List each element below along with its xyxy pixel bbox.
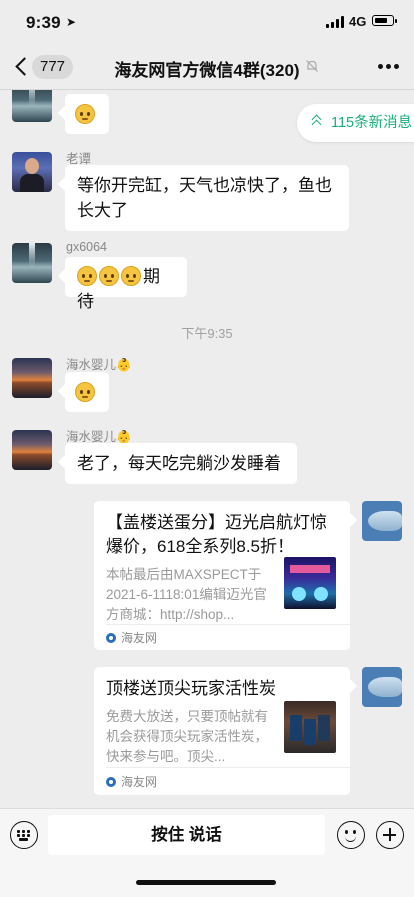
mute-bell-icon xyxy=(306,60,318,72)
card-description: 本帖最后由MAXSPECT于2021-6-1118:01编辑迈光官方商城：htt… xyxy=(106,567,267,622)
chat-header: 777 海友网官方微信4群(320) xyxy=(0,44,414,90)
link-card[interactable]: 【盖楼送蛋分】迈光启航灯惊爆价，618全系列8.5折！ 本帖最后由MAXSPEC… xyxy=(94,501,350,650)
card-thumbnail xyxy=(284,701,336,753)
new-messages-button[interactable]: 115条新消息 xyxy=(297,104,414,142)
emoji-icon xyxy=(121,266,141,286)
sender-name: 海水婴儿👶 xyxy=(66,358,132,372)
source-logo-icon xyxy=(106,777,116,787)
signal-icon xyxy=(326,16,346,28)
link-card[interactable]: 顶楼送顶尖玩家活性炭 免费大放送，只要顶帖就有机会获得顶尖玩家活性炭，快来参与吧… xyxy=(94,667,350,795)
emoji-icon xyxy=(77,266,97,286)
home-indicator xyxy=(136,880,276,885)
message-list[interactable]: 老谭 等你开完缸，天气也凉快了，鱼也长大了 gx6064 期待 下午9:35 海… xyxy=(0,90,414,808)
message-bubble[interactable] xyxy=(65,372,109,412)
card-source: 海友网 xyxy=(106,773,157,790)
new-messages-label: 115条新消息 xyxy=(331,115,413,131)
emoji-icon xyxy=(99,266,119,286)
network-type: 4G xyxy=(349,14,367,29)
keyboard-toggle-icon[interactable] xyxy=(10,821,38,849)
avatar[interactable] xyxy=(12,90,52,122)
avatar[interactable] xyxy=(12,430,52,470)
message-bubble[interactable] xyxy=(65,94,109,134)
avatar[interactable] xyxy=(12,358,52,398)
status-time: 9:39 xyxy=(26,13,61,32)
card-source: 海友网 xyxy=(106,629,157,646)
card-divider xyxy=(106,624,350,625)
sender-name: gx6064 xyxy=(66,240,108,254)
avatar[interactable] xyxy=(12,152,52,192)
timestamp: 下午9:35 xyxy=(181,326,233,341)
source-logo-icon xyxy=(106,633,116,643)
emoji-icon xyxy=(75,382,95,402)
avatar[interactable] xyxy=(362,667,402,707)
plus-icon[interactable] xyxy=(376,821,404,849)
card-thumbnail xyxy=(284,557,336,609)
card-source-label: 海友网 xyxy=(121,775,158,789)
message-bubble[interactable]: 老了，每天吃完躺沙发睡着 xyxy=(65,443,297,484)
avatar[interactable] xyxy=(12,243,52,283)
emoji-picker-icon[interactable] xyxy=(337,821,365,849)
message-bubble[interactable]: 等你开完缸，天气也凉快了，鱼也长大了 xyxy=(65,165,349,231)
card-title: 【盖楼送蛋分】迈光启航灯惊爆价，618全系列8.5折！ xyxy=(106,513,327,556)
status-bar: 9:39 ➤ 4G xyxy=(0,0,414,44)
battery-icon xyxy=(372,15,397,26)
avatar[interactable] xyxy=(362,501,402,541)
double-chevron-up-icon xyxy=(311,114,322,130)
more-options-icon[interactable] xyxy=(378,64,400,70)
card-description: 免费大放送，只要顶帖就有机会获得顶尖玩家活性炭，快来参与吧。顶尖... xyxy=(106,709,268,764)
hold-to-talk-button[interactable]: 按住 说话 xyxy=(48,815,325,855)
chat-title: 海友网官方微信4群(320) xyxy=(114,61,300,80)
message-bubble[interactable]: 期待 xyxy=(65,257,187,311)
location-arrow-icon: ➤ xyxy=(66,15,77,29)
card-title: 顶楼送顶尖玩家活性炭 xyxy=(106,679,276,698)
card-source-label: 海友网 xyxy=(121,631,158,645)
card-divider xyxy=(106,767,350,768)
emoji-icon xyxy=(75,104,95,124)
